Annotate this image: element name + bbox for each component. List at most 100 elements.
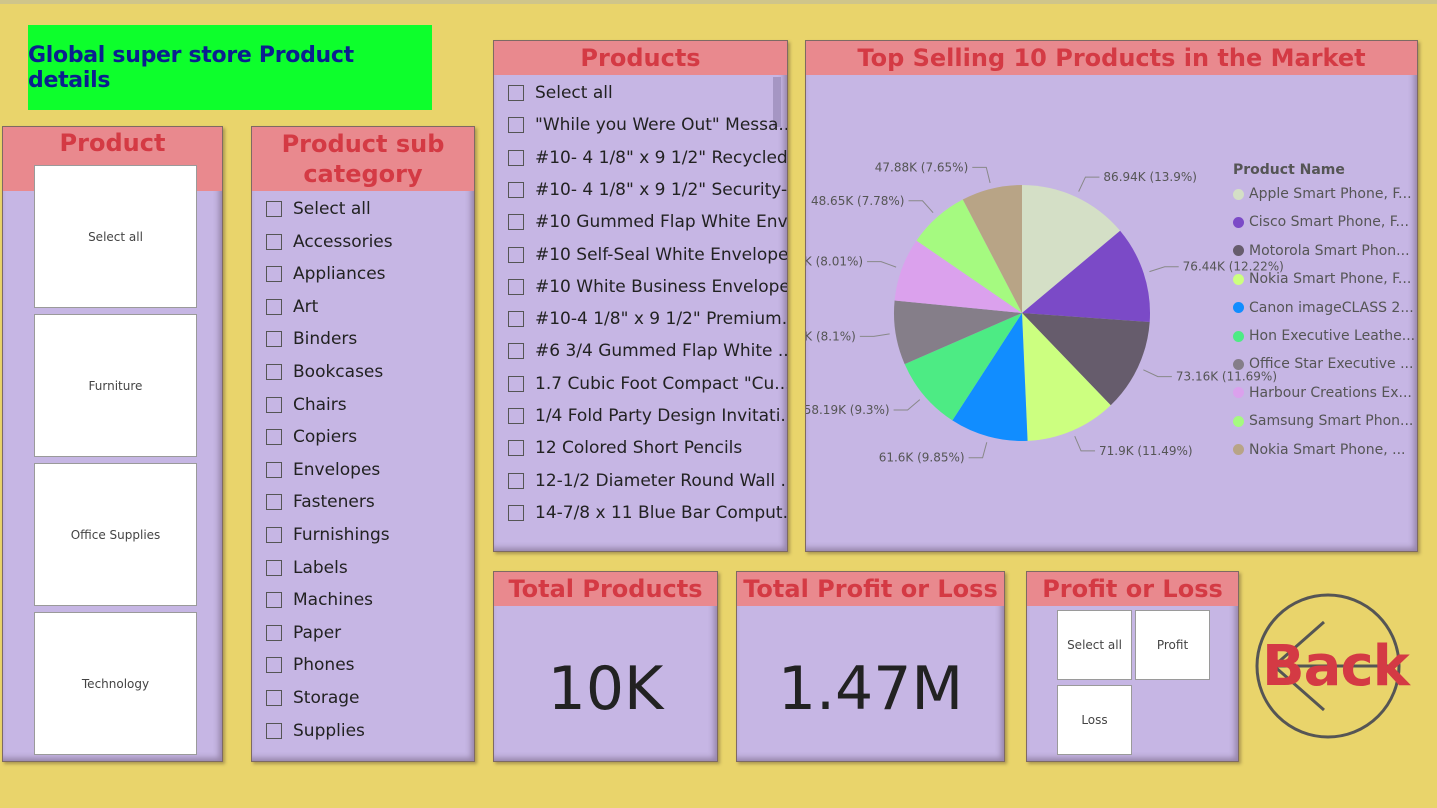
- subcategory-item[interactable]: Paper: [266, 618, 341, 648]
- product-item[interactable]: #10- 4 1/8" x 9 1/2" Recycled...: [508, 143, 788, 173]
- legend-item[interactable]: Apple Smart Phone, F...: [1233, 186, 1412, 202]
- legend-item[interactable]: Nokia Smart Phone, F...: [1233, 271, 1411, 287]
- product-item-label: #10- 4 1/8" x 9 1/2" Recycled...: [535, 147, 788, 168]
- checkbox-icon[interactable]: [266, 396, 282, 413]
- product-item[interactable]: #10-4 1/8" x 9 1/2" Premium...: [508, 304, 787, 334]
- legend-label: Hon Executive Leathe...: [1249, 328, 1416, 344]
- subcategory-item[interactable]: Phones: [266, 650, 355, 680]
- profit-loss-tile-select-all[interactable]: Select all: [1057, 610, 1132, 680]
- checkbox-icon[interactable]: [266, 592, 282, 609]
- category-tile-furniture[interactable]: Furniture: [34, 314, 197, 457]
- subcategory-heading-line2: category: [303, 160, 423, 188]
- checkbox-icon[interactable]: [266, 559, 282, 576]
- subcategory-item[interactable]: Labels: [266, 553, 348, 583]
- legend-label: Motorola Smart Phon...: [1249, 242, 1410, 259]
- subcategory-item[interactable]: Accessories: [266, 227, 393, 257]
- subcategory-item[interactable]: Fasteners: [266, 487, 375, 517]
- checkbox-icon[interactable]: [508, 408, 524, 424]
- legend-swatch-icon: [1233, 302, 1244, 314]
- checkbox-icon[interactable]: [266, 233, 282, 250]
- checkbox-icon[interactable]: [266, 266, 282, 283]
- product-item-label: #10 Self-Seal White Envelopes: [535, 244, 788, 265]
- legend-item[interactable]: Cisco Smart Phone, F...: [1233, 214, 1409, 230]
- total-profit-value: 1.47M: [777, 654, 964, 724]
- legend-item[interactable]: Samsung Smart Phon...: [1233, 413, 1413, 429]
- checkbox-icon[interactable]: [508, 149, 524, 166]
- legend-item[interactable]: Motorola Smart Phon...: [1233, 243, 1410, 259]
- subcategory-item[interactable]: Bookcases: [266, 357, 383, 387]
- checkbox-icon[interactable]: [508, 375, 524, 392]
- product-item[interactable]: "While you Were Out" Messa...: [508, 110, 787, 140]
- checkbox-icon[interactable]: [508, 440, 524, 457]
- checkbox-icon[interactable]: [266, 657, 282, 674]
- checkbox-icon[interactable]: [266, 461, 282, 478]
- pie-data-label: 48.65K (7.78%): [811, 194, 905, 208]
- product-item[interactable]: 1/4 Fold Party Design Invitati...: [508, 401, 787, 431]
- subcategory-item[interactable]: Supplies: [266, 716, 365, 746]
- product-item[interactable]: Select all: [508, 78, 613, 108]
- category-tile-technology[interactable]: Technology: [34, 612, 197, 755]
- category-tile-select-all[interactable]: Select all: [34, 165, 197, 308]
- checkbox-icon[interactable]: [508, 504, 524, 521]
- checkbox-icon[interactable]: [266, 722, 282, 739]
- profit-loss-tile-profit[interactable]: Profit: [1135, 610, 1210, 680]
- checkbox-icon[interactable]: [266, 429, 282, 446]
- products-slicer: Products Select all "While you Were Out" …: [493, 40, 788, 552]
- legend-item[interactable]: Office Star Executive ...: [1233, 356, 1413, 372]
- subcategory-item-label: Furnishings: [293, 525, 390, 545]
- checkbox-icon[interactable]: [266, 364, 282, 380]
- subcategory-item-label: Art: [293, 296, 319, 317]
- subcategory-item[interactable]: Binders: [266, 324, 357, 354]
- back-button[interactable]: Back: [1254, 592, 1410, 740]
- checkbox-icon[interactable]: [266, 527, 282, 543]
- pie-data-label: 61.6K (9.85%): [879, 451, 965, 465]
- checkbox-icon[interactable]: [508, 181, 524, 198]
- product-item-label: Select all: [535, 83, 613, 103]
- top-products-chart-panel: Top Selling 10 Products in the Market 86…: [805, 40, 1418, 552]
- legend-item[interactable]: Hon Executive Leathe...: [1233, 328, 1415, 344]
- product-item[interactable]: #10- 4 1/8" x 9 1/2" Security-...: [508, 175, 787, 205]
- product-item[interactable]: #10 Gummed Flap White Env...: [508, 207, 787, 237]
- subcategory-item[interactable]: Furnishings: [266, 520, 390, 550]
- legend-swatch-icon: [1233, 415, 1244, 427]
- checkbox-icon[interactable]: [266, 624, 282, 641]
- checkbox-icon[interactable]: [266, 298, 282, 315]
- subcategory-item[interactable]: Copiers: [266, 422, 357, 452]
- checkbox-icon[interactable]: [266, 201, 282, 217]
- checkbox-icon[interactable]: [508, 246, 524, 263]
- subcategory-item[interactable]: Select all: [266, 194, 371, 224]
- subcategory-item[interactable]: Machines: [266, 585, 373, 615]
- subcategory-item[interactable]: Storage: [266, 683, 360, 713]
- product-item[interactable]: 12 Colored Short Pencils: [508, 433, 742, 463]
- checkbox-icon[interactable]: [508, 214, 524, 231]
- subcategory-item[interactable]: Envelopes: [266, 455, 380, 485]
- product-item[interactable]: 14-7/8 x 11 Blue Bar Comput...: [508, 498, 787, 528]
- checkbox-icon[interactable]: [508, 117, 524, 134]
- subcategory-item-label: Envelopes: [293, 459, 381, 480]
- product-item[interactable]: #10 Self-Seal White Envelopes: [508, 240, 788, 270]
- product-item[interactable]: #10 White Business Envelope...: [508, 272, 787, 302]
- page-title: Global super store Product details: [28, 25, 432, 110]
- legend-item[interactable]: Nokia Smart Phone, ...: [1233, 442, 1405, 458]
- checkbox-icon[interactable]: [508, 85, 524, 101]
- profit-loss-tile-loss[interactable]: Loss: [1057, 685, 1132, 755]
- checkbox-icon[interactable]: [508, 311, 524, 328]
- checkbox-icon[interactable]: [266, 494, 282, 511]
- subcategory-item[interactable]: Appliances: [266, 259, 386, 289]
- total-profit-card: Total Profit or Loss 1.47M: [736, 571, 1005, 762]
- checkbox-icon[interactable]: [508, 472, 524, 489]
- product-item[interactable]: 1.7 Cubic Foot Compact "Cu...: [508, 369, 787, 399]
- category-tile-office-supplies[interactable]: Office Supplies: [34, 463, 197, 606]
- subcategory-item[interactable]: Chairs: [266, 390, 347, 420]
- product-item[interactable]: 12-1/2 Diameter Round Wall ...: [508, 466, 787, 496]
- product-item[interactable]: #6 3/4 Gummed Flap White ...: [508, 336, 787, 366]
- checkbox-icon[interactable]: [508, 343, 524, 360]
- checkbox-icon[interactable]: [266, 690, 282, 706]
- subcategory-item-label: Binders: [293, 329, 358, 350]
- legend-item[interactable]: Canon imageCLASS 2...: [1233, 300, 1414, 316]
- checkbox-icon[interactable]: [508, 278, 524, 295]
- checkbox-icon[interactable]: [266, 331, 282, 348]
- back-label: Back: [1262, 634, 1410, 699]
- subcategory-item[interactable]: Art: [266, 292, 318, 322]
- legend-item[interactable]: Harbour Creations Ex...: [1233, 385, 1412, 401]
